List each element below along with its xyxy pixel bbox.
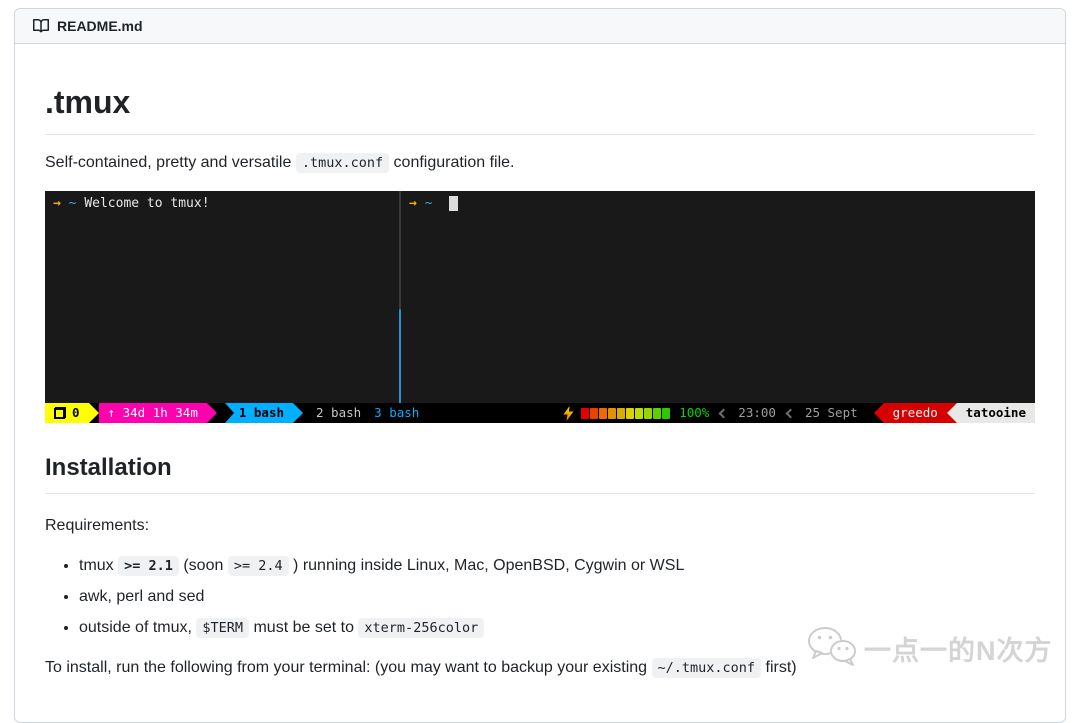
list-item: outside of tmux, $TERM must be set to xt… — [79, 616, 1035, 640]
list-item-text: tmux — [79, 557, 119, 574]
battery-percent: 100% — [679, 405, 710, 420]
status-time: 23:00 — [738, 405, 776, 420]
page-title: .tmux — [45, 82, 1035, 135]
chevron-left-icon — [718, 408, 729, 418]
active-window-chip: 1 bash — [224, 403, 303, 423]
terminal-pane-right: → ~ — [401, 191, 1035, 403]
prompt-arrow-icon: → — [53, 196, 61, 211]
readme-body: .tmux Self-contained, pretty and versati… — [15, 44, 1065, 722]
list-item: tmux >= 2.1 (soon >= 2.4 ) running insid… — [79, 554, 1035, 578]
list-item: awk, perl and sed — [79, 585, 1035, 609]
install-note-paragraph: To install, run the following from your … — [45, 656, 1035, 680]
list-item-text: outside of tmux, — [79, 619, 197, 636]
pane-output-text: Welcome to tmux! — [84, 196, 210, 211]
intro-paragraph: Self-contained, pretty and versatile .tm… — [45, 151, 1035, 175]
terminal-pane-left: → ~ Welcome to tmux! — [45, 191, 399, 403]
installation-heading: Installation — [45, 453, 1035, 494]
powerline-arrow-icon — [88, 403, 99, 423]
powerline-arrow-icon — [946, 403, 957, 423]
list-item-text: ) running inside Linux, Mac, OpenBSD, Cy… — [288, 557, 685, 574]
book-icon — [33, 18, 49, 34]
battery-block — [644, 407, 653, 419]
window-label: 3 bash — [374, 405, 420, 420]
prompt-arrow-icon: → — [409, 196, 417, 211]
session-name: 0 — [72, 405, 80, 420]
battery-gauge — [581, 407, 671, 419]
session-windows-icon — [54, 407, 66, 419]
status-bar-left: 0 ↑ 34d 1h 34m 1 bash 2 bash 3 bash — [45, 403, 419, 423]
session-chip: 0 — [45, 403, 89, 423]
install-note-text: first) — [761, 659, 797, 676]
uptime-chip: ↑ 34d 1h 34m — [98, 403, 207, 423]
powerline-arrow-icon — [873, 403, 884, 423]
status-bar-right: 100% 23:00 25 Sept greedo tatooine — [563, 403, 1035, 423]
prompt-path: ~ — [424, 196, 433, 211]
intro-text-post: configuration file. — [389, 154, 515, 171]
prompt-path: ~ — [68, 196, 77, 211]
inline-code-version-soon: >= 2.4 — [227, 556, 289, 576]
powerline-arrow-icon — [206, 403, 217, 423]
battery-block — [635, 407, 644, 419]
window-active-label: 1 bash — [233, 403, 293, 423]
lightning-bolt-icon — [563, 405, 574, 421]
username-chip: greedo — [883, 403, 947, 423]
hostname-chip: tatooine — [956, 403, 1035, 423]
battery-block — [662, 407, 671, 419]
intro-text-pre: Self-contained, pretty and versatile — [45, 154, 296, 171]
readme-file-header: README.md — [15, 9, 1065, 44]
list-item-text: awk, perl and sed — [79, 588, 205, 605]
battery-block — [617, 407, 626, 419]
inline-code-xterm: xterm-256color — [358, 618, 485, 638]
terminal-screenshot: → ~ Welcome to tmux! → ~ 0 ↑ 34d 1h 34m … — [45, 191, 1035, 423]
list-item-text: (soon — [178, 557, 228, 574]
battery-block — [626, 407, 635, 419]
battery-block — [599, 407, 608, 419]
battery-block — [581, 407, 590, 419]
list-item-text: must be set to — [249, 619, 359, 636]
readme-card: README.md .tmux Self-contained, pretty a… — [14, 8, 1066, 723]
inline-code-tmux-conf-path: ~/.tmux.conf — [651, 658, 762, 678]
battery-block — [590, 407, 599, 419]
readme-filename: README.md — [57, 18, 143, 34]
terminal-cursor — [449, 196, 459, 211]
requirements-label: Requirements: — [45, 517, 150, 534]
powerline-notch-icon — [224, 403, 234, 423]
battery-block — [608, 407, 617, 419]
powerline-arrow-icon — [293, 403, 303, 423]
window-label: 2 bash — [316, 405, 362, 420]
chevron-left-icon — [785, 408, 796, 418]
install-note-text: To install, run the following from your … — [45, 659, 652, 676]
inline-code-tmux-conf: .tmux.conf — [295, 153, 390, 173]
tmux-status-bar: 0 ↑ 34d 1h 34m 1 bash 2 bash 3 bash 100%… — [45, 403, 1035, 423]
terminal-panes: → ~ Welcome to tmux! → ~ — [45, 191, 1035, 403]
requirements-list: tmux >= 2.1 (soon >= 2.4 ) running insid… — [45, 554, 1035, 640]
battery-block — [653, 407, 662, 419]
inline-code-term-var: $TERM — [196, 618, 250, 638]
inline-code-version-min: >= 2.1 — [118, 556, 179, 576]
status-date: 25 Sept — [804, 405, 858, 420]
